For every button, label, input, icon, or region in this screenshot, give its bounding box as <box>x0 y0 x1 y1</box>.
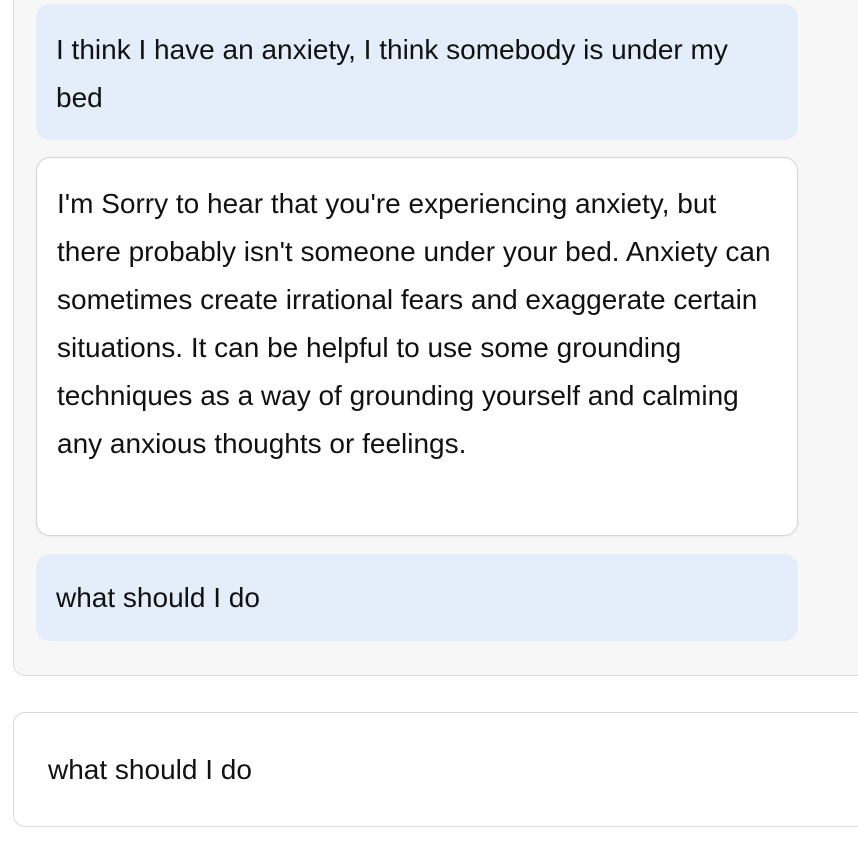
user-message: what should I do <box>36 554 798 641</box>
message-text: I think I have an anxiety, I think someb… <box>56 34 728 113</box>
assistant-message: I'm Sorry to hear that you're experienci… <box>36 157 798 536</box>
message-input[interactable] <box>13 712 858 827</box>
user-message: I think I have an anxiety, I think someb… <box>36 4 798 140</box>
message-text: I'm Sorry to hear that you're experienci… <box>57 188 771 459</box>
message-text: what should I do <box>56 582 260 613</box>
